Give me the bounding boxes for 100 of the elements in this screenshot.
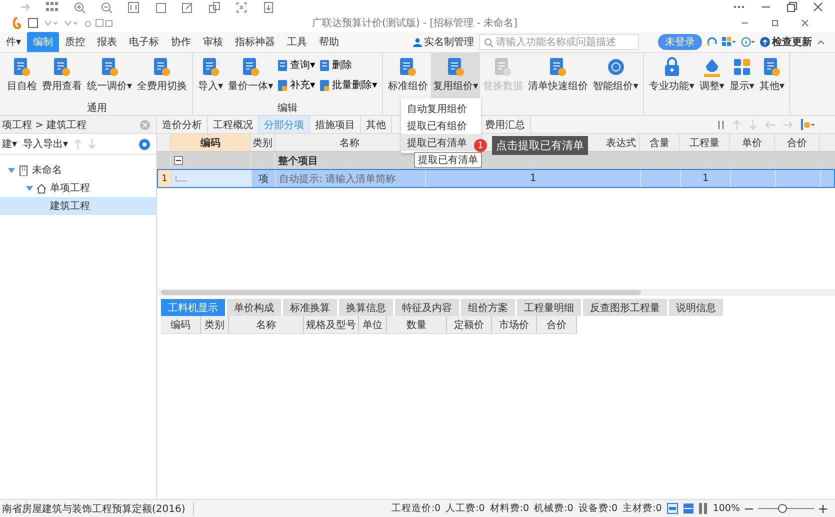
ribbon-button[interactable]: 目自检 (5, 53, 39, 101)
close-icon[interactable] (813, 2, 823, 12)
slider-thumb[interactable] (778, 504, 788, 513)
column-header[interactable]: 定额价 (447, 316, 492, 333)
ribbon-button[interactable]: 删除 (318, 57, 380, 73)
more-icon[interactable] (733, 5, 745, 9)
tab[interactable]: 其他 (361, 116, 392, 133)
undo-icon[interactable] (44, 19, 58, 27)
column-header[interactable]: 规格及型号 (304, 316, 359, 333)
edit-icon[interactable] (182, 2, 193, 12)
ribbon-button[interactable]: 调整▾ (697, 53, 726, 115)
tree-item[interactable]: 未命名 (0, 161, 156, 179)
tree-item[interactable]: 单项工程 (0, 179, 156, 197)
ribbon-button[interactable]: 量价一体▾ (226, 53, 276, 101)
column-header[interactable]: 类别 (251, 134, 275, 151)
search-icon (484, 38, 493, 46)
menu-tab[interactable]: 指标神器 (229, 32, 282, 52)
menu-tab[interactable]: 协作 (165, 32, 198, 52)
ribbon-button[interactable]: 费用查看 (40, 53, 84, 101)
plus-icon[interactable] (819, 504, 827, 512)
status-total: 工程造价:0 (391, 502, 441, 515)
tab[interactable]: 单价构成 (227, 299, 281, 316)
column-header[interactable]: 数量 (387, 316, 447, 333)
tab[interactable]: 组价方案 (461, 299, 515, 316)
document-icon (53, 57, 71, 77)
menu-tab[interactable]: 质控 (59, 32, 92, 52)
norm-label: 南省房屋建筑与装饰工程预算定额(2016) (2, 502, 194, 516)
menu-tab[interactable]: 工具 (281, 32, 314, 52)
collapse-icon[interactable] (817, 39, 825, 45)
column-header[interactable]: 合价 (537, 316, 577, 333)
real-name-link[interactable]: 实名制管理 (413, 35, 474, 49)
check-update-link[interactable]: 检查更新 (760, 35, 812, 49)
status-total: 主材费:0 (622, 502, 662, 515)
layout-icon[interactable] (682, 503, 694, 514)
toolbar-button[interactable]: 导入导出▾ (23, 137, 68, 151)
app-logo-icon (12, 17, 22, 29)
tab[interactable]: 反查图形工程量 (583, 299, 667, 316)
layout-icon[interactable] (666, 503, 678, 514)
menu-tab[interactable]: 电子标 (123, 32, 166, 52)
tab[interactable]: 工程量明细 (517, 299, 581, 316)
ribbon-button[interactable]: 统一调价▾ (85, 53, 134, 101)
column-header[interactable]: 编码 (161, 316, 201, 333)
column-header[interactable]: 市场价 (492, 316, 537, 333)
redo-icon[interactable] (64, 19, 78, 27)
copy-icon[interactable] (209, 2, 220, 12)
menu-item[interactable]: 提取已有组价 (401, 117, 481, 134)
scan-icon[interactable] (236, 2, 247, 12)
ribbon-button[interactable]: 补充▾ (276, 77, 318, 93)
tab[interactable]: 标准换算 (283, 299, 337, 316)
close-icon[interactable] (801, 19, 809, 27)
grid-icon[interactable] (46, 2, 58, 12)
column-header[interactable]: 编码 (171, 134, 251, 151)
column-header[interactable]: 合价 (775, 134, 820, 151)
menu-tab[interactable]: 件▾ (0, 32, 28, 52)
menu-tab[interactable]: 报表 (91, 32, 124, 52)
table-cell: 1 (681, 170, 731, 187)
zoom-in-icon[interactable] (74, 2, 85, 12)
column-header[interactable]: 类别 (201, 316, 229, 333)
toolbar-button[interactable]: 建▾ (2, 137, 18, 151)
tab[interactable]: 换算信息 (339, 299, 393, 316)
apps-icon[interactable] (722, 37, 736, 47)
save-icon[interactable] (28, 18, 38, 28)
column-header[interactable]: 单位 (359, 316, 387, 333)
ribbon-button[interactable]: 专业功能▾ (647, 53, 696, 115)
restore-icon[interactable] (787, 2, 797, 12)
document-icon (13, 57, 31, 77)
frame-icon[interactable] (155, 2, 166, 12)
ribbon-button[interactable]: 全费用切换 (135, 53, 190, 101)
restore-icon[interactable] (771, 19, 779, 27)
ribbon-button[interactable]: 导入▾ (196, 53, 226, 101)
ribbon-button[interactable]: 显示▾ (727, 53, 756, 115)
tree-line-icon (175, 176, 187, 182)
tab[interactable]: 措施项目 (310, 116, 361, 133)
tab[interactable]: 说明信息 (669, 299, 723, 316)
headset-icon[interactable] (707, 37, 717, 47)
ribbon-button[interactable]: 智能组价▾ (591, 53, 640, 115)
column-header[interactable]: 单价 (730, 134, 775, 151)
column-header[interactable]: 名称 (229, 316, 304, 333)
tab[interactable]: 特征及内容 (395, 299, 459, 316)
table-row[interactable]: 1 项 自动提示: 请输入清单简称 1 1 (157, 169, 835, 188)
document-icon (320, 60, 330, 70)
ribbon-button[interactable]: 查询▾ (276, 57, 318, 73)
tree-item[interactable]: 建筑工程 (0, 197, 156, 215)
download-icon[interactable] (263, 2, 274, 12)
ribbon-button[interactable]: 批量删除▾ (318, 77, 380, 93)
menu-tab[interactable]: 审核 (197, 32, 230, 52)
table-cell: 自动提示: 请输入清单简称 (276, 170, 426, 187)
search-field[interactable]: 请输入功能名称或问题描述 (479, 34, 639, 50)
columns-icon[interactable] (698, 503, 708, 514)
ribbon-button[interactable]: 清单快速组价 (526, 53, 590, 115)
forward-icon[interactable] (20, 2, 30, 12)
collapse-toggle-icon[interactable] (174, 156, 183, 165)
tab[interactable]: 造价分析 (157, 116, 208, 133)
info-icon[interactable] (741, 37, 755, 47)
ribbon-button[interactable]: 其他▾ (757, 53, 786, 115)
column-header[interactable]: 工程量 (680, 134, 730, 151)
menu-tab[interactable]: 帮助 (313, 32, 346, 52)
column-header[interactable]: 含量 (640, 134, 680, 151)
scrollbar-thumb[interactable] (161, 290, 641, 295)
zoom-out-icon[interactable] (101, 2, 112, 12)
